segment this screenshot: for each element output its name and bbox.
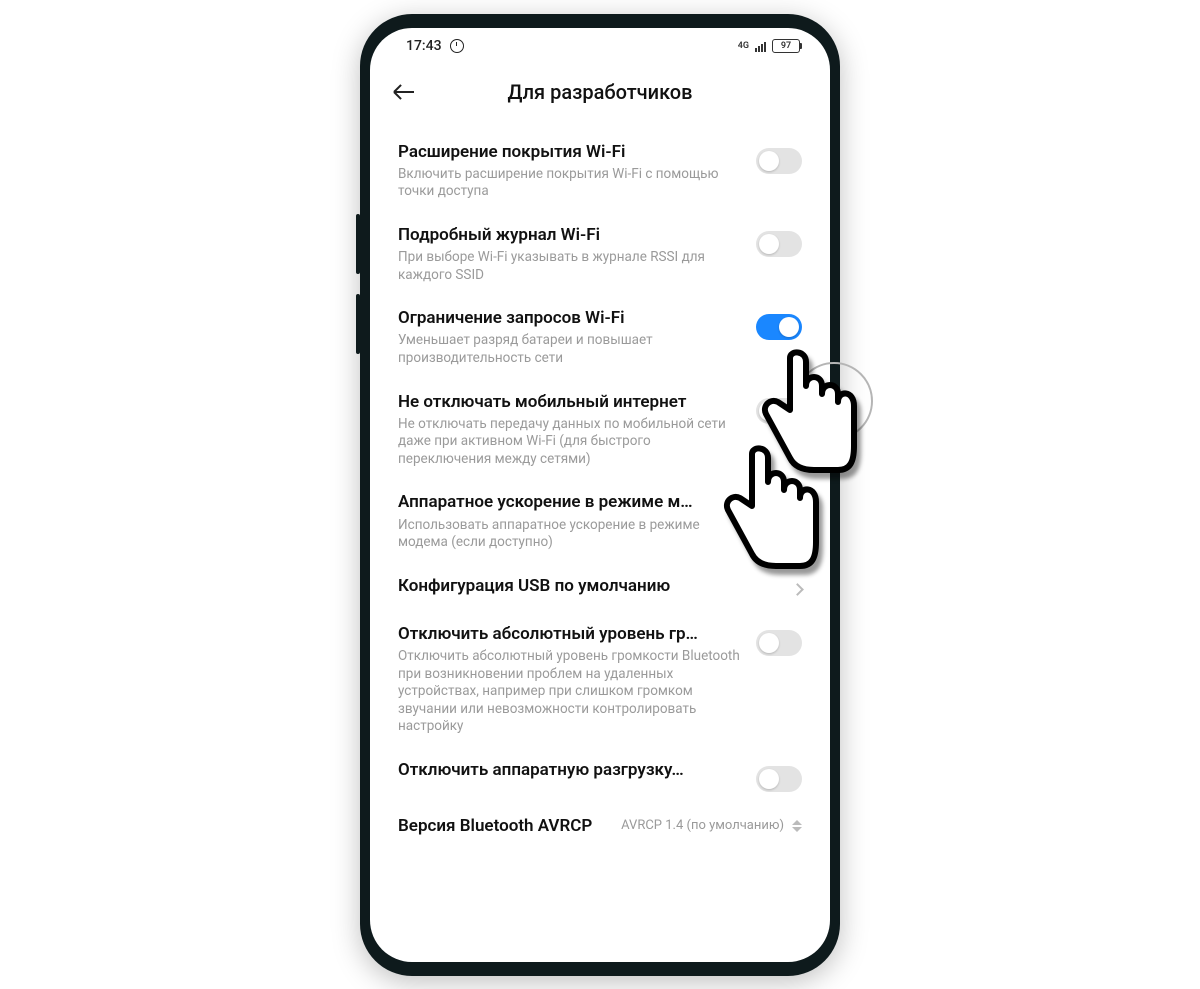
updown-icon <box>792 820 802 832</box>
signal-icon <box>755 40 766 52</box>
settings-item-title: Подробный журнал Wi-Fi <box>398 225 744 246</box>
status-bar: 17:43 4G 97 <box>370 28 830 64</box>
settings-item-desc: Уменьшает разряд батареи и повышает прои… <box>398 332 744 367</box>
back-arrow-icon <box>394 91 414 93</box>
settings-item-title: Версия Bluetooth AVRCP <box>398 816 609 837</box>
settings-item-text: Подробный журнал Wi-Fi При выборе Wi-Fi у… <box>398 225 744 284</box>
battery-icon: 97 <box>772 39 800 53</box>
cursor-pointer-icon-2 <box>712 442 832 592</box>
settings-item[interactable]: Версия Bluetooth AVRCP AVRCP 1.4 (по умол… <box>370 804 830 852</box>
settings-item[interactable]: Отключить абсолютный уровень гр… Отключит… <box>370 612 830 748</box>
toggle-switch[interactable] <box>756 766 802 792</box>
status-time: 17:43 <box>406 38 442 54</box>
settings-item-text: Отключить абсолютный уровень гр… Отключит… <box>398 624 744 736</box>
network-type-label: 4G <box>738 41 749 51</box>
page-title: Для разработчиков <box>370 80 830 104</box>
toggle-switch[interactable] <box>756 148 802 174</box>
toggle-switch[interactable] <box>756 314 802 340</box>
settings-item-desc: Отключить абсолютный уровень громкости B… <box>398 648 744 736</box>
settings-item-value[interactable]: AVRCP 1.4 (по умолчанию) <box>621 818 802 834</box>
toggle-switch[interactable] <box>756 630 802 656</box>
settings-item-desc: Использовать аппаратное ускорение в режи… <box>398 517 744 552</box>
settings-item-text: Расширение покрытия Wi-Fi Включить расшир… <box>398 142 744 201</box>
settings-item-value-text: AVRCP 1.4 (по умолчанию) <box>621 818 784 834</box>
settings-item-text: Версия Bluetooth AVRCP <box>398 816 609 840</box>
settings-item-title: Не отключать мобильный интернет <box>398 392 744 413</box>
settings-item-text: Ограничение запросов Wi-Fi Уменьшает разр… <box>398 308 744 367</box>
settings-item[interactable]: Отключить аппаратную разгрузку… <box>370 748 830 804</box>
settings-item-title: Расширение покрытия Wi-Fi <box>398 142 744 163</box>
settings-item-title: Ограничение запросов Wi-Fi <box>398 308 744 329</box>
settings-item-text: Отключить аппаратную разгрузку… <box>398 760 744 784</box>
settings-item-title: Аппаратное ускорение в режиме м… <box>398 492 744 513</box>
settings-item-desc: При выборе Wi-Fi указывать в журнале RSS… <box>398 249 744 284</box>
back-button[interactable] <box>390 78 418 106</box>
settings-item-title: Отключить аппаратную разгрузку… <box>398 760 744 781</box>
header: Для разработчиков <box>370 64 830 124</box>
settings-item-text: Аппаратное ускорение в режиме м… Использо… <box>398 492 744 551</box>
toggle-switch[interactable] <box>756 231 802 257</box>
settings-item[interactable]: Подробный журнал Wi-Fi При выборе Wi-Fi у… <box>370 213 830 296</box>
settings-item-text: Не отключать мобильный интернет Не отключ… <box>398 392 744 469</box>
settings-item[interactable]: Расширение покрытия Wi-Fi Включить расшир… <box>370 130 830 213</box>
alarm-icon <box>450 39 464 53</box>
settings-item-title: Отключить абсолютный уровень гр… <box>398 624 744 645</box>
settings-item-desc: Включить расширение покрытия Wi-Fi с пом… <box>398 166 744 201</box>
battery-level: 97 <box>781 41 791 51</box>
settings-item-desc: Не отключать передачу данных по мобильно… <box>398 416 744 469</box>
